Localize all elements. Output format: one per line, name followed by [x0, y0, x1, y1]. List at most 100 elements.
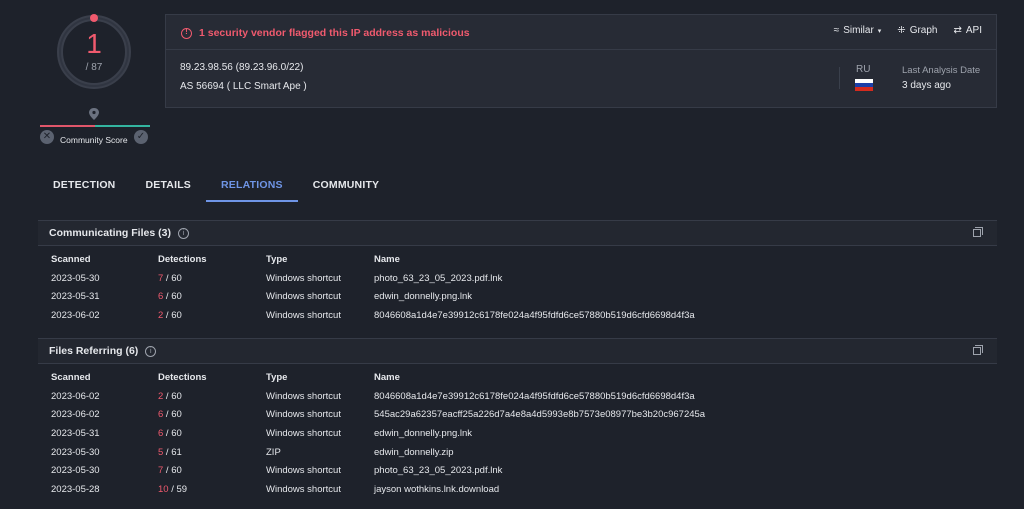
table-row[interactable]: 2023-05-31 6 / 60 Windows shortcut edwin…: [51, 287, 695, 306]
graph-label: Graph: [909, 25, 938, 36]
card-vertical-divider: [839, 67, 840, 89]
vote-harmful-icon[interactable]: ✕: [40, 130, 54, 144]
section-title: Files Referring: [49, 345, 123, 357]
file-type: ZIP: [266, 446, 281, 458]
similar-button[interactable]: ≈ Similar ▾: [834, 25, 882, 36]
section-count: (6): [125, 345, 139, 357]
detections-cell: 6 / 60: [158, 409, 182, 421]
ip-summary-card: 1 security vendor flagged this IP addres…: [165, 14, 997, 108]
file-name-link[interactable]: edwin_donnelly.png.lnk: [374, 287, 695, 306]
alert-icon: [181, 27, 192, 39]
section-count: (3): [158, 227, 171, 239]
detections-count: 5: [158, 446, 164, 458]
table-row[interactable]: 2023-05-30 7 / 60 Windows shortcut photo…: [51, 461, 705, 480]
file-name-link[interactable]: jayson wothkins.lnk.download: [374, 480, 705, 499]
column-scanned: Scanned: [51, 253, 91, 265]
info-icon[interactable]: i: [145, 345, 157, 357]
table-row[interactable]: 2023-06-02 2 / 60 Windows shortcut 80466…: [51, 387, 705, 406]
file-type: Windows shortcut: [266, 465, 341, 477]
score-positives: 1: [86, 28, 102, 59]
copy-icon[interactable]: [973, 345, 983, 355]
table-row[interactable]: 2023-06-02 2 / 60 Windows shortcut 80466…: [51, 306, 695, 325]
community-score-bar: [40, 125, 150, 127]
score-marker: [90, 14, 98, 22]
file-type: Windows shortcut: [266, 390, 341, 402]
scanned-date: 2023-06-02: [51, 409, 100, 421]
detections-count: 2: [158, 309, 164, 321]
scanned-date: 2023-05-28: [51, 483, 100, 495]
api-label: API: [965, 25, 982, 36]
table-row[interactable]: 2023-05-30 5 / 61 ZIP edwin_donnelly.zip: [51, 443, 705, 462]
tab-community[interactable]: COMMUNITY: [298, 170, 395, 202]
files-referring-section: Files Referring (6) i Scanned Detections…: [38, 338, 997, 499]
detections-cell: 5 / 61: [158, 446, 182, 458]
file-type: Windows shortcut: [266, 291, 341, 303]
ip-address: 89.23.98.56: [180, 62, 233, 73]
file-type: Windows shortcut: [266, 309, 341, 321]
tab-details[interactable]: DETAILS: [130, 170, 206, 202]
detections-total: 59: [176, 483, 188, 495]
detections-cell: 2 / 60: [158, 390, 182, 402]
file-name-link[interactable]: photo_63_23_05_2023.pdf.lnk: [374, 269, 695, 288]
table-row[interactable]: 2023-05-30 7 / 60 Windows shortcut photo…: [51, 269, 695, 288]
table-header-row: Scanned Detections Type Name: [51, 368, 705, 387]
russia-flag-icon: [855, 79, 873, 91]
file-name-link[interactable]: 545ac29a62357eacff25a226d7a4e8a4d5993e8b…: [374, 405, 705, 424]
detections-count: 2: [158, 390, 164, 402]
scanned-date: 2023-05-30: [51, 272, 100, 284]
scanned-date: 2023-05-31: [51, 291, 100, 303]
scanned-date: 2023-05-31: [51, 427, 100, 439]
community-score: ✕ Community Score ✓: [38, 106, 152, 150]
detections-count: 6: [158, 427, 164, 439]
column-name: Name: [374, 253, 400, 265]
report-tabs: DETECTION DETAILS RELATIONS COMMUNITY: [38, 170, 394, 202]
file-name-link[interactable]: edwin_donnelly.png.lnk: [374, 424, 705, 443]
detections-total: 60: [171, 272, 182, 284]
detections-total: 60: [171, 309, 182, 321]
detections-total: 60: [171, 427, 182, 439]
file-name-link[interactable]: 8046608a1d4e7e39912c6178fe024a4f95fdfd6c…: [374, 306, 695, 325]
alert-text: 1 security vendor flagged this IP addres…: [199, 27, 470, 39]
detections-cell: 7 / 60: [158, 272, 182, 284]
column-scanned: Scanned: [51, 371, 91, 383]
file-name-link[interactable]: photo_63_23_05_2023.pdf.lnk: [374, 461, 705, 480]
similar-label: Similar: [843, 25, 874, 36]
tab-detection[interactable]: DETECTION: [38, 170, 130, 202]
score-total: / 87: [85, 62, 103, 73]
info-icon[interactable]: i: [177, 227, 189, 239]
scanned-date: 2023-05-30: [51, 446, 100, 458]
api-button[interactable]: ⇄ API: [953, 25, 982, 36]
last-analysis-label: Last Analysis Date: [902, 65, 981, 76]
detections-total: 60: [171, 291, 182, 303]
file-name-link[interactable]: edwin_donnelly.zip: [374, 443, 705, 462]
tab-relations[interactable]: RELATIONS: [206, 170, 298, 202]
detections-count: 7: [158, 465, 164, 477]
graph-button[interactable]: ⁜ Graph: [897, 25, 937, 36]
copy-icon[interactable]: [973, 227, 983, 237]
file-type: Windows shortcut: [266, 483, 341, 495]
detections-cell: 2 / 60: [158, 309, 182, 321]
as-number[interactable]: AS 56694: [180, 81, 224, 92]
detections-cell: 7 / 60: [158, 465, 182, 477]
vote-harmless-icon[interactable]: ✓: [134, 130, 148, 144]
section-header: Files Referring (6) i: [38, 339, 997, 364]
files-referring-table: Scanned Detections Type Name 2023-06-02 …: [51, 368, 705, 499]
community-score-label: Community Score: [60, 135, 128, 145]
graph-icon: ⁜: [897, 25, 906, 36]
header-actions: ≈ Similar ▾ ⁜ Graph ⇄ API: [834, 25, 982, 36]
table-row[interactable]: 2023-05-28 10 / 59 Windows shortcut jays…: [51, 480, 705, 499]
file-name-link[interactable]: 8046608a1d4e7e39912c6178fe024a4f95fdfd6c…: [374, 387, 705, 406]
api-icon: ⇄: [953, 25, 962, 36]
detections-total: 60: [171, 390, 182, 402]
section-title: Communicating Files: [49, 227, 156, 239]
ip-address-line: 89.23.98.56 (89.23.96.0/22): [180, 62, 303, 73]
file-type: Windows shortcut: [266, 272, 341, 284]
detections-cell: 6 / 60: [158, 291, 182, 303]
table-row[interactable]: 2023-06-02 6 / 60 Windows shortcut 545ac…: [51, 405, 705, 424]
detections-total: 60: [171, 409, 182, 421]
table-row[interactable]: 2023-05-31 6 / 60 Windows shortcut edwin…: [51, 424, 705, 443]
communicating-files-section: Communicating Files (3) i Scanned Detect…: [38, 220, 997, 325]
column-type: Type: [266, 253, 288, 265]
file-type: Windows shortcut: [266, 427, 341, 439]
scanned-date: 2023-05-30: [51, 465, 100, 477]
